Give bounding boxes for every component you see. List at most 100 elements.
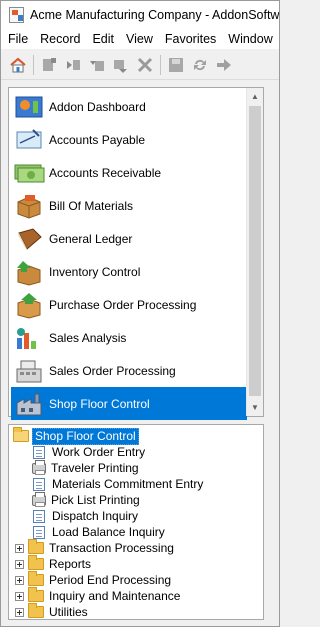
app-logo-icon [9, 7, 25, 23]
first-record-button[interactable] [62, 54, 84, 76]
menu-bar: File Record Edit View Favorites Window [1, 29, 279, 49]
module-item-accounts-receivable[interactable]: Accounts Receivable [11, 156, 247, 189]
tree-task-materials-commitment-entry[interactable]: Materials Commitment Entry [9, 476, 263, 492]
expand-plus-icon[interactable] [15, 607, 24, 617]
menu-edit[interactable]: Edit [86, 29, 120, 49]
new-record-button[interactable] [38, 54, 60, 76]
refresh-button[interactable] [189, 54, 211, 76]
home-button[interactable] [7, 54, 29, 76]
sales-chart-icon [13, 324, 45, 352]
module-label: Sales Analysis [49, 330, 127, 345]
tree-root-label: Shop Floor Control [32, 427, 139, 445]
scroll-up-arrow-icon[interactable]: ▲ [247, 88, 263, 105]
previous-record-button[interactable] [86, 54, 108, 76]
module-list: Addon Dashboard Accounts Payable Account… [11, 90, 247, 420]
folder-icon [28, 539, 44, 554]
module-label: Addon Dashboard [49, 99, 146, 114]
module-label: Sales Order Processing [49, 363, 176, 378]
module-label: Accounts Receivable [49, 165, 162, 180]
tree-task-label: Dispatch Inquiry [52, 508, 139, 523]
task-tree-panel: Shop Floor Control Work Order Entry Trav… [8, 424, 264, 620]
cash-register-icon [13, 357, 45, 385]
module-label: Bill Of Materials [49, 198, 134, 213]
open-folder-icon [13, 427, 29, 442]
ledger-book-icon [13, 225, 45, 253]
save-icon [169, 57, 183, 72]
toolbar-separator [33, 54, 34, 75]
toolbar-separator [160, 54, 161, 75]
tree-root[interactable]: Shop Floor Control [9, 427, 263, 445]
expand-plus-icon[interactable] [15, 591, 24, 601]
tree-task-traveler-printing[interactable]: Traveler Printing [9, 459, 263, 476]
module-label: Purchase Order Processing [49, 297, 197, 312]
tree-folder-period-end-processing[interactable]: Period End Processing [9, 571, 263, 588]
previous-record-icon [90, 60, 104, 71]
folder-icon [28, 603, 44, 618]
module-item-shop-floor-control[interactable]: Shop Floor Control [11, 387, 247, 420]
check-icon [13, 126, 45, 154]
tree-task-label: Load Balance Inquiry [52, 524, 165, 539]
delete-icon [137, 57, 153, 72]
menu-record[interactable]: Record [34, 29, 86, 49]
next-record-icon [114, 59, 127, 73]
save-button[interactable] [165, 54, 187, 76]
folder-icon [28, 555, 44, 570]
scroll-down-arrow-icon[interactable]: ▼ [247, 399, 263, 416]
new-record-icon [43, 57, 56, 71]
tree-task-pick-list-printing[interactable]: Pick List Printing [9, 491, 263, 508]
tree-folder-utilities[interactable]: Utilities [9, 603, 263, 619]
tree-task-load-balance-inquiry[interactable]: Load Balance Inquiry [9, 524, 263, 540]
first-record-icon [67, 59, 80, 70]
module-item-bill-of-materials[interactable]: Bill Of Materials [11, 189, 247, 222]
document-icon [33, 509, 45, 523]
expand-plus-icon[interactable] [15, 543, 24, 553]
menu-view[interactable]: View [120, 29, 159, 49]
tree-task-work-order-entry[interactable]: Work Order Entry [9, 444, 263, 460]
module-label: Inventory Control [49, 264, 141, 279]
document-icon [33, 477, 45, 491]
folder-icon [28, 571, 44, 586]
module-item-addon-dashboard[interactable]: Addon Dashboard [11, 90, 247, 123]
tree-task-label: Materials Commitment Entry [52, 476, 204, 491]
refresh-icon [194, 59, 206, 70]
forward-button[interactable] [213, 54, 235, 76]
dashboard-icon [13, 93, 45, 121]
module-item-sales-analysis[interactable]: Sales Analysis [11, 321, 247, 354]
tree-folder-label: Transaction Processing [49, 540, 174, 555]
module-list-panel: Addon Dashboard Accounts Payable Account… [8, 87, 264, 420]
scroll-thumb[interactable] [249, 106, 261, 396]
printer-icon [32, 459, 46, 475]
forward-icon [217, 58, 231, 71]
module-label: Shop Floor Control [49, 396, 150, 411]
tree-folder-reports[interactable]: Reports [9, 555, 263, 572]
purchase-box-icon [13, 291, 45, 319]
main-window: Acme Manufacturing Company - AddonSoftwa… [0, 0, 280, 627]
tree-folder-label: Inquiry and Maintenance [49, 588, 181, 603]
tree-folder-transaction-processing[interactable]: Transaction Processing [9, 539, 263, 556]
module-item-sales-order-processing[interactable]: Sales Order Processing [11, 354, 247, 387]
next-record-button[interactable] [110, 54, 132, 76]
tree-task-label: Traveler Printing [51, 460, 139, 475]
title-bar[interactable]: Acme Manufacturing Company - AddonSoftwa… [1, 1, 279, 29]
delete-button[interactable] [134, 54, 156, 76]
expand-plus-icon[interactable] [15, 559, 24, 569]
module-item-general-ledger[interactable]: General Ledger [11, 222, 247, 255]
tree-folder-label: Utilities [49, 604, 88, 619]
tree-folder-inquiry-and-maintenance[interactable]: Inquiry and Maintenance [9, 587, 263, 604]
module-item-inventory-control[interactable]: Inventory Control [11, 255, 247, 288]
document-icon [33, 445, 45, 459]
tree-task-label: Pick List Printing [51, 492, 140, 507]
module-label: Accounts Payable [49, 132, 146, 147]
money-icon [13, 159, 45, 187]
folder-icon [28, 587, 44, 602]
menu-favorites[interactable]: Favorites [159, 29, 222, 49]
module-item-accounts-payable[interactable]: Accounts Payable [11, 123, 247, 156]
tree-folder-label: Reports [49, 556, 92, 571]
expand-plus-icon[interactable] [15, 575, 24, 585]
menu-window[interactable]: Window [222, 29, 278, 49]
menu-file[interactable]: File [1, 29, 34, 49]
tree-task-dispatch-inquiry[interactable]: Dispatch Inquiry [9, 508, 263, 524]
module-item-purchase-order-processing[interactable]: Purchase Order Processing [11, 288, 247, 321]
module-list-scrollbar[interactable]: ▲ ▼ [246, 88, 263, 416]
document-icon [33, 525, 45, 539]
